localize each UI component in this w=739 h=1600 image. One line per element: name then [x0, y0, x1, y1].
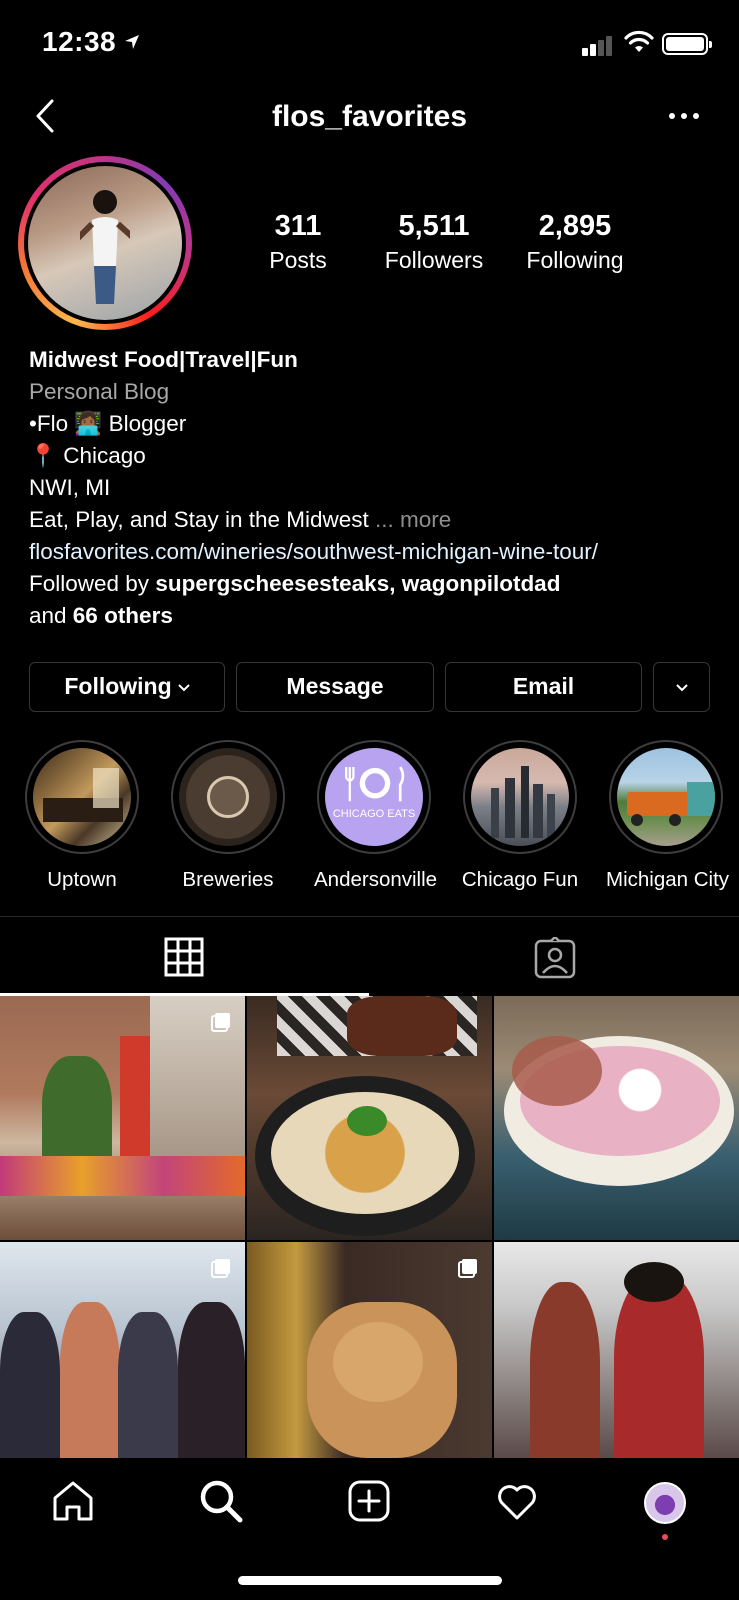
message-button[interactable]: Message — [236, 662, 434, 712]
highlight-cover-text: CHICAGO EATS — [332, 808, 416, 820]
profile-bio: Midwest Food|Travel|Fun Personal Blog •F… — [29, 344, 729, 632]
bottom-navigation — [0, 1458, 739, 1600]
suggested-accounts-button[interactable] — [653, 662, 710, 712]
post-thumbnail[interactable] — [494, 1242, 739, 1458]
highlight-cover — [179, 748, 277, 846]
highlight-cover: CHICAGO EATS — [325, 748, 423, 846]
profile-avatar[interactable] — [644, 1482, 686, 1524]
post-thumbnail[interactable] — [494, 996, 739, 1240]
wifi-icon — [624, 30, 654, 52]
multiple-posts-icon — [211, 1013, 230, 1032]
multiple-posts-icon — [211, 1259, 230, 1278]
bio-line: •Flo 👩🏾‍💻 Blogger — [29, 411, 187, 436]
chevron-down-icon — [177, 684, 190, 692]
followers-count[interactable]: 5,511 Followers — [364, 210, 504, 274]
new-post-icon[interactable] — [346, 1478, 392, 1524]
followed-by-text[interactable]: Followed by supergscheesesteaks, wagonpi… — [29, 568, 729, 600]
heart-icon[interactable] — [494, 1478, 540, 1524]
profile-username: flos_favorites — [271, 100, 468, 133]
bio-line: 📍 Chicago — [29, 443, 146, 468]
bio-line: NWI, MI — [29, 475, 111, 500]
post-thumbnail[interactable] — [0, 996, 245, 1240]
following-count[interactable]: 2,895 Following — [510, 210, 640, 274]
post-thumbnail[interactable] — [247, 1242, 492, 1458]
highlight-chicago-fun[interactable]: Chicago Fun — [460, 740, 580, 892]
bio-more-link[interactable]: ... more — [375, 507, 451, 532]
grid-icon[interactable] — [164, 937, 204, 977]
highlight-cover — [33, 748, 131, 846]
chevron-down-icon — [675, 684, 688, 692]
notification-dot — [662, 1534, 668, 1540]
battery-icon — [662, 33, 712, 55]
highlight-uptown[interactable]: Uptown — [22, 740, 142, 892]
posts-grid — [0, 996, 739, 1458]
profile-tab-bar — [0, 916, 739, 996]
status-bar: 12:38 — [0, 0, 739, 90]
highlight-breweries[interactable]: Breweries — [168, 740, 288, 892]
more-options-icon[interactable] — [666, 108, 702, 124]
highlight-andersonville[interactable]: CHICAGO EATS Andersonville — [314, 740, 437, 892]
following-button[interactable]: Following — [29, 662, 225, 712]
highlight-cover — [617, 748, 715, 846]
bio-line: Eat, Play, and Stay in the Midwest ... m… — [29, 507, 452, 532]
profile-photo — [28, 166, 182, 320]
home-icon[interactable] — [50, 1478, 96, 1524]
plate-cutlery-icon — [345, 766, 405, 802]
profile-website-link[interactable]: flosfavorites.com/wineries/southwest-mic… — [29, 536, 729, 568]
profile-avatar[interactable] — [18, 156, 192, 330]
email-button[interactable]: Email — [445, 662, 642, 712]
cellular-signal-icon — [582, 34, 616, 56]
location-arrow-icon — [125, 35, 139, 49]
tagged-person-icon[interactable] — [534, 937, 576, 979]
profile-display-name: Midwest Food|Travel|Fun — [29, 347, 298, 372]
posts-count[interactable]: 311 Posts — [243, 210, 353, 274]
post-thumbnail[interactable] — [247, 996, 492, 1240]
profile-category: Personal Blog — [29, 379, 170, 404]
followed-by-others[interactable]: and 66 others — [29, 600, 729, 632]
status-time: 12:38 — [42, 26, 117, 57]
search-icon[interactable] — [198, 1478, 244, 1524]
post-thumbnail[interactable] — [0, 1242, 245, 1458]
highlight-michigan-city[interactable]: Michigan City — [606, 740, 729, 892]
home-indicator[interactable] — [238, 1576, 502, 1585]
multiple-posts-icon — [458, 1259, 477, 1278]
highlight-cover — [471, 748, 569, 846]
